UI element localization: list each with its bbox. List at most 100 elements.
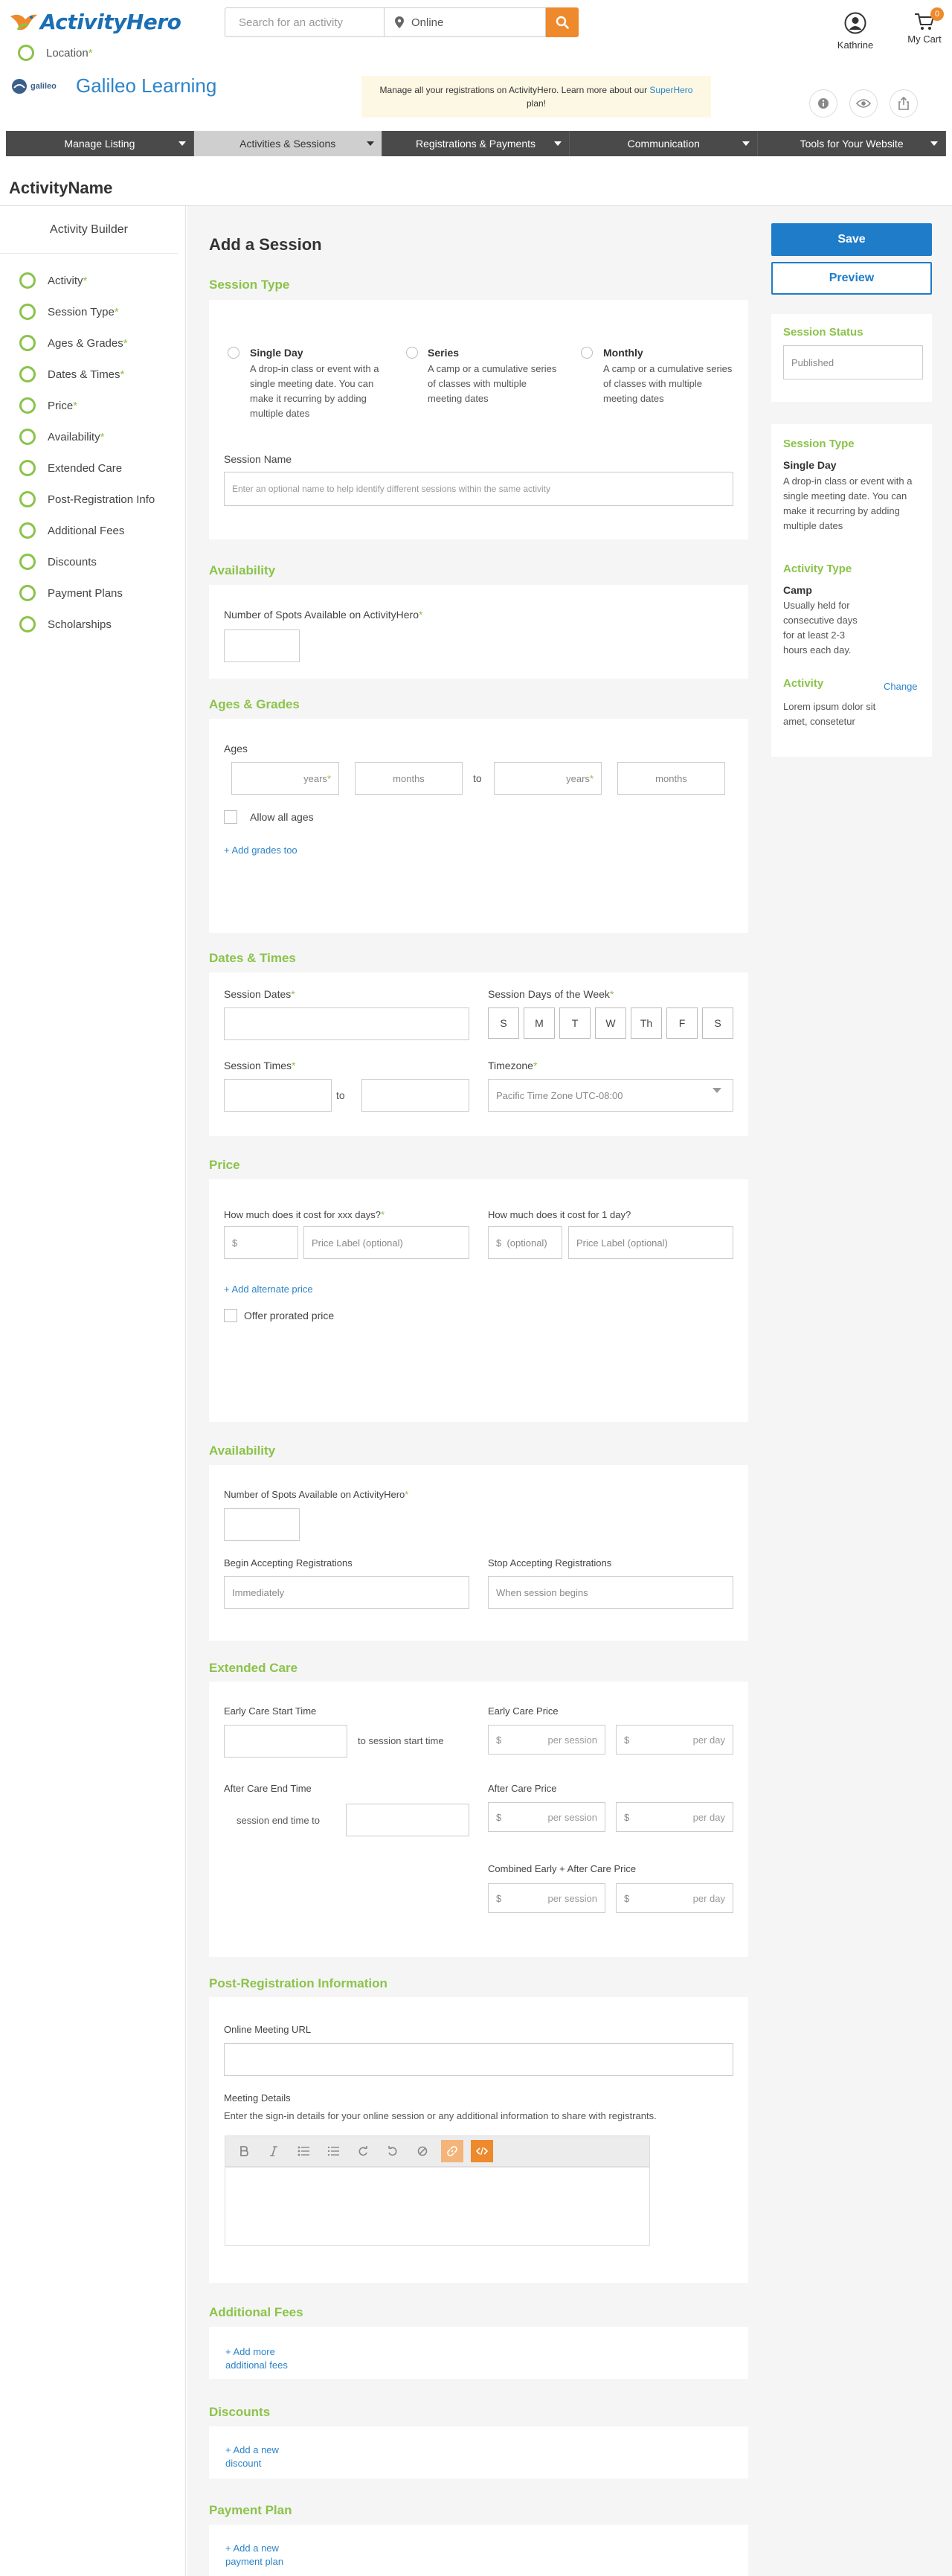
spots-input[interactable] (224, 629, 300, 662)
day-price-label-input[interactable]: Price Label (optional) (568, 1226, 733, 1259)
editor-toolbar (225, 2136, 650, 2167)
early-care-start-input[interactable] (224, 1725, 347, 1758)
info-button[interactable] (809, 89, 837, 118)
start-time-input[interactable] (224, 1079, 332, 1112)
required-asterisk: * (114, 305, 119, 318)
sidebar-item-discounts[interactable]: Discounts (0, 546, 185, 577)
min-age-months-input[interactable]: months (355, 762, 463, 795)
code-icon (476, 2147, 488, 2156)
early-care-price-day-input[interactable]: $ per day (616, 1725, 733, 1755)
location-input[interactable]: Online (384, 7, 546, 37)
max-age-months-input[interactable]: months (617, 762, 725, 795)
sidebar-item-label: Session Type (48, 305, 115, 318)
radio-monthly[interactable] (581, 347, 593, 359)
user-menu[interactable]: Kathrine (834, 12, 876, 51)
caret-down-icon (178, 141, 186, 146)
min-age-years-input[interactable]: years * (231, 762, 339, 795)
organization-name[interactable]: Galileo Learning (76, 74, 216, 97)
stop-registrations-select[interactable]: When session begins (488, 1576, 733, 1609)
payment-plan-card (209, 2525, 748, 2576)
meeting-details-editor[interactable] (225, 2167, 650, 2246)
after-care-price-session-input[interactable]: $ per session (488, 1802, 605, 1832)
add-alternate-price-link[interactable]: + Add alternate price (224, 1283, 313, 1296)
begin-registrations-select[interactable]: Immediately (224, 1576, 469, 1609)
day-price-input[interactable]: $ (optional) (488, 1226, 562, 1259)
radio-single-day[interactable] (228, 347, 239, 359)
sidebar-item-additional-fees[interactable]: Additional Fees (0, 515, 185, 546)
prorated-checkbox[interactable] (224, 1309, 237, 1322)
day-thursday[interactable]: Th (631, 1007, 662, 1039)
nav-registrations-payments[interactable]: Registrations & Payments (382, 131, 570, 156)
sidebar-item-dates-times[interactable]: Dates & Times* (0, 359, 185, 390)
bullet-list-button[interactable] (292, 2140, 315, 2162)
session-dates-input[interactable] (224, 1007, 469, 1040)
code-button[interactable] (471, 2140, 493, 2162)
required-asterisk: * (609, 988, 614, 1000)
bold-button[interactable] (233, 2140, 255, 2162)
link-button[interactable] (441, 2140, 463, 2162)
redo-button[interactable] (352, 2140, 374, 2162)
nav-activities-sessions[interactable]: Activities & Sessions (193, 131, 382, 156)
numbered-list-button[interactable] (322, 2140, 344, 2162)
search-input[interactable]: Search for an activity (225, 7, 384, 37)
change-activity-link[interactable]: Change (884, 680, 918, 693)
after-care-end-input[interactable] (346, 1804, 469, 1836)
activityhero-logo[interactable]: ActivityHero (9, 9, 181, 34)
italic-button[interactable] (263, 2140, 285, 2162)
sidebar-item-extended-care[interactable]: Extended Care (0, 452, 185, 484)
meeting-url-input[interactable] (224, 2043, 733, 2076)
sidebar-item-scholarships[interactable]: Scholarships (0, 609, 185, 640)
nav-communication[interactable]: Communication (570, 131, 759, 156)
share-button[interactable] (890, 89, 918, 118)
sidebar-item-price[interactable]: Price* (0, 390, 185, 421)
view-button[interactable] (849, 89, 878, 118)
sidebar-item-post-registration[interactable]: Post-Registration Info (0, 484, 185, 515)
after-care-end-label: After Care End Time (224, 1783, 312, 1794)
add-discount-link[interactable]: + Add a new discount (225, 2444, 279, 2470)
sidebar-item-session-type[interactable]: Session Type* (0, 296, 185, 327)
section-heading-availability: Availability (209, 563, 276, 577)
clear-format-button[interactable] (411, 2140, 434, 2162)
end-time-input[interactable] (361, 1079, 469, 1112)
allow-all-ages-checkbox[interactable] (224, 810, 237, 824)
preview-button[interactable]: Preview (771, 262, 932, 295)
price-amount-input[interactable]: $ (224, 1226, 298, 1259)
add-more-fees-link[interactable]: + Add more additional fees (225, 2345, 288, 2372)
session-status-select[interactable]: Published (783, 345, 923, 379)
summary-session-type-value: Single Day (783, 459, 837, 471)
save-button[interactable]: Save (771, 223, 932, 256)
day-saturday[interactable]: S (702, 1007, 733, 1039)
sidebar-item-ages-grades[interactable]: Ages & Grades* (0, 327, 185, 359)
nav-tools-for-website[interactable]: Tools for Your Website (758, 131, 946, 156)
nav-manage-listing[interactable]: Manage Listing (6, 131, 194, 156)
day-sunday[interactable]: S (488, 1007, 519, 1039)
combined-price-session-input[interactable]: $ per session (488, 1883, 605, 1913)
timezone-select[interactable]: Pacific Time Zone UTC-08:00 (488, 1079, 733, 1112)
add-grades-link[interactable]: + Add grades too (224, 844, 298, 857)
sidebar-item-payment-plans[interactable]: Payment Plans (0, 577, 185, 609)
after-care-price-day-input[interactable]: $ per day (616, 1802, 733, 1832)
session-name-input[interactable]: Enter an optional name to help identify … (224, 472, 733, 506)
section-heading-price: Price (209, 1158, 240, 1172)
radio-series[interactable] (406, 347, 418, 359)
add-payment-plan-link[interactable]: + Add a new payment plan (225, 2542, 283, 2569)
day-monday[interactable]: M (524, 1007, 555, 1039)
day-tuesday[interactable]: T (559, 1007, 591, 1039)
cart[interactable]: 0 My Cart (906, 7, 944, 45)
sidebar-item-activity[interactable]: Activity* (0, 265, 185, 296)
max-age-years-input[interactable]: years * (494, 762, 602, 795)
nav-label: Communication (627, 138, 700, 150)
sidebar-item-location[interactable]: Location* (18, 45, 93, 61)
search-button[interactable] (546, 7, 579, 37)
superhero-link[interactable]: SuperHero (649, 85, 692, 95)
undo-button[interactable] (382, 2140, 404, 2162)
sidebar-item-label: Dates & Times (48, 368, 120, 381)
spots-input-2[interactable] (224, 1508, 300, 1541)
early-care-price-session-input[interactable]: $ per session (488, 1725, 605, 1755)
combined-price-day-input[interactable]: $ per day (616, 1883, 733, 1913)
day-wednesday[interactable]: W (595, 1007, 626, 1039)
unit-per-day: per day (692, 1811, 725, 1823)
sidebar-item-availability[interactable]: Availability* (0, 421, 185, 452)
day-friday[interactable]: F (666, 1007, 698, 1039)
price-label-input[interactable]: Price Label (optional) (303, 1226, 469, 1259)
